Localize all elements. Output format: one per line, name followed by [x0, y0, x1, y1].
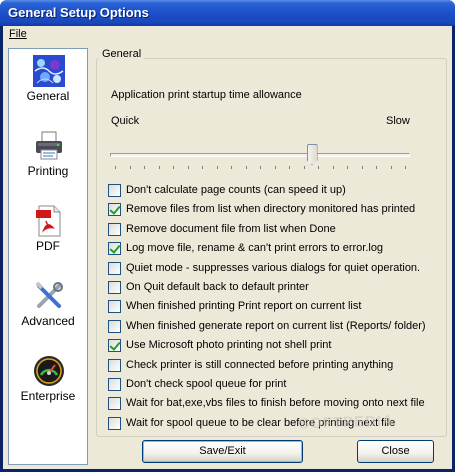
option-label: Remove document file from list when Done	[126, 222, 336, 235]
sidebar-item-general[interactable]: General	[9, 51, 87, 121]
slider-tick	[390, 166, 392, 169]
startup-time-slider[interactable]	[108, 136, 413, 172]
option-checkbox[interactable]	[108, 222, 121, 236]
option-checkbox[interactable]	[108, 319, 121, 333]
menu-file-label: File	[9, 28, 27, 40]
option-checkbox[interactable]	[108, 339, 121, 353]
option-label: When finished generate report on current…	[126, 319, 426, 332]
sidebar-item-label: Enterprise	[20, 389, 76, 403]
option-label: Wait for bat,exe,vbs files to finish bef…	[126, 397, 425, 410]
slider-tick	[158, 166, 160, 169]
sidebar-item-pdf[interactable]: PDF	[9, 201, 87, 271]
slider-tick	[405, 166, 406, 169]
dialog-body: File General Printing PDF Advanced Enter…	[3, 26, 452, 469]
option-checkbox[interactable]	[108, 261, 121, 275]
slider-tick	[274, 166, 276, 169]
slider-tick	[318, 166, 319, 169]
option-checkbox[interactable]	[108, 358, 121, 372]
option-label: Log move file, rename & can't print erro…	[126, 242, 384, 255]
sidebar-item-advanced[interactable]: Advanced	[9, 276, 87, 346]
menu-file[interactable]: File	[9, 28, 27, 40]
sidebar-item-label: Advanced	[21, 314, 75, 328]
slider-tick	[129, 166, 131, 169]
pdf-document-icon	[33, 205, 65, 237]
slider-tick	[144, 166, 145, 169]
slider-tick	[347, 166, 348, 169]
option-label: Don't calculate page counts (can speed i…	[126, 184, 346, 196]
option-checkbox[interactable]	[108, 300, 121, 314]
sidebar-item-printing[interactable]: Printing	[9, 126, 87, 196]
sidebar-item-label: General	[26, 89, 70, 103]
printer-icon	[33, 130, 65, 162]
save-exit-button[interactable]: Save/Exit	[142, 440, 303, 463]
sidebar-item-label: PDF	[36, 239, 60, 253]
window-title: General Setup Options	[8, 5, 149, 20]
option-label: Use Microsoft photo printing not shell p…	[126, 339, 332, 352]
sidebar-item-label: Printing	[27, 164, 69, 178]
slider-tick	[303, 166, 305, 169]
slider-tick	[173, 166, 174, 169]
slider-thumb[interactable]	[306, 144, 318, 165]
option-checkbox[interactable]	[108, 378, 121, 391]
option-checkbox[interactable]	[108, 242, 121, 256]
slider-tick	[361, 166, 363, 169]
slider-tick	[231, 166, 232, 169]
category-sidebar: General Printing PDF Advanced Enterprise	[8, 48, 88, 465]
option-label: Check printer is still connected before …	[126, 358, 394, 371]
watermark: SOFTPEDIA	[298, 412, 395, 433]
startup-allowance-label: Application print startup time allowance	[111, 89, 302, 101]
option-checkbox[interactable]	[108, 397, 121, 411]
option-checkbox[interactable]	[108, 281, 121, 294]
sidebar-item-enterprise[interactable]: Enterprise	[9, 351, 87, 421]
option-checkbox[interactable]	[108, 184, 121, 197]
option-label: Don't check spool queue for print	[126, 378, 287, 390]
menu-bar: File	[3, 26, 452, 44]
tools-icon	[33, 280, 65, 312]
slider-tick	[187, 166, 189, 169]
slider-min-label: Quick	[111, 115, 140, 127]
option-label: Remove files from list when directory mo…	[126, 203, 416, 216]
groupbox-title: General	[99, 48, 145, 60]
slider-tick	[216, 166, 218, 169]
slider-max-label: Slow	[386, 115, 410, 127]
slider-tick	[115, 166, 116, 169]
gauge-icon	[33, 355, 65, 387]
option-label: When finished printing Print report on c…	[126, 300, 362, 313]
slider-tick	[202, 166, 203, 169]
slider-track	[110, 153, 410, 157]
setup-window: General Setup Options File General Print…	[0, 0, 455, 472]
slider-tick	[260, 166, 261, 169]
slider-tick	[332, 166, 334, 169]
general-pattern-icon	[33, 55, 65, 87]
title-bar[interactable]: General Setup Options	[0, 0, 455, 26]
option-label: On Quit default back to default printer	[126, 281, 309, 293]
option-label: Quiet mode - suppresses various dialogs …	[126, 261, 421, 274]
slider-tick	[289, 166, 290, 169]
option-checkbox[interactable]	[108, 203, 121, 217]
slider-tick	[376, 166, 377, 169]
option-checkbox[interactable]	[108, 416, 121, 430]
slider-tick	[245, 166, 247, 169]
close-button[interactable]: Close	[357, 440, 434, 463]
